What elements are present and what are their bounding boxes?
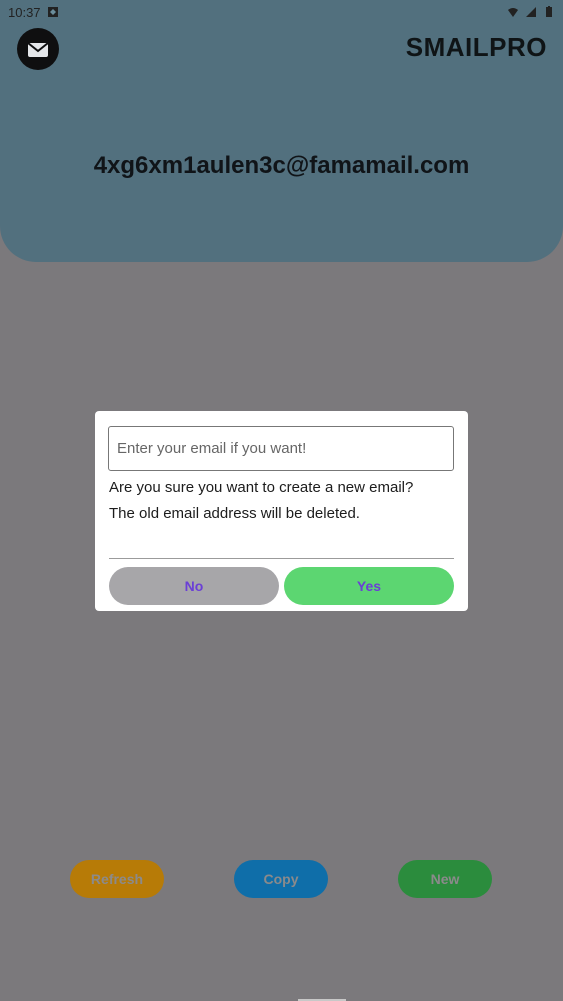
dialog-message: Are you sure you want to create a new em… — [109, 475, 449, 527]
dialog-message-line1: Are you sure you want to create a new em… — [109, 479, 414, 496]
dialog-divider — [109, 558, 454, 559]
yes-button[interactable]: Yes — [284, 567, 454, 605]
new-email-dialog: Are you sure you want to create a new em… — [95, 411, 468, 611]
no-button[interactable]: No — [109, 567, 279, 605]
email-input[interactable] — [108, 426, 454, 471]
dialog-message-line2: The old email address will be deleted. — [109, 505, 360, 522]
